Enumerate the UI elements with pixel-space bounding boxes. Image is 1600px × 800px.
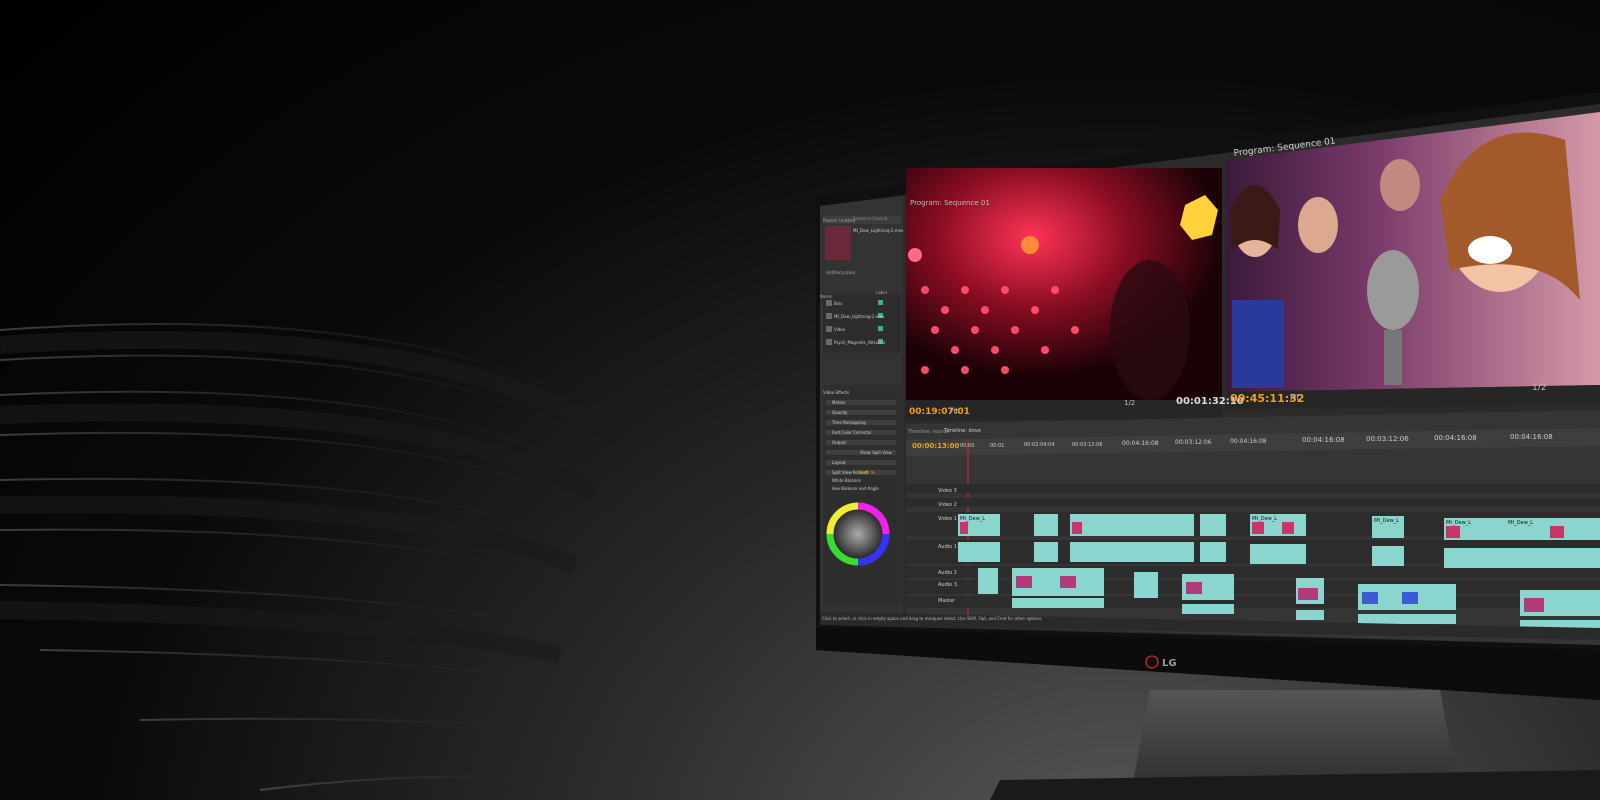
effect-row[interactable]: Show Split View: [860, 450, 892, 455]
clip-label[interactable]: Mt_Dew_L: [1446, 520, 1471, 526]
track-header[interactable]: Audio 3: [938, 582, 957, 588]
ruler-tick: 00:04:16:08: [1122, 440, 1159, 447]
column-label[interactable]: Label: [876, 290, 887, 295]
effect-row[interactable]: Motion: [832, 400, 846, 405]
timeline-timecode: 00:00:13:00: [912, 442, 959, 450]
effect-row[interactable]: White Balance: [832, 478, 861, 483]
effect-row[interactable]: Hue Balance and Angle: [832, 486, 879, 491]
effect-row[interactable]: Output: [832, 440, 846, 445]
track-header[interactable]: Video 1: [938, 516, 957, 522]
clip-label[interactable]: Mt_Dew_L: [960, 516, 985, 522]
timeline-tab[interactable]: Timeline: dove: [943, 428, 981, 434]
ruler-tick: 00:03:12:06: [1072, 442, 1103, 448]
timeline-tab[interactable]: Timeline: source: [907, 429, 949, 435]
project-item[interactable]: Bins: [834, 301, 842, 306]
ruler-tick: 00:01: [990, 443, 1004, 449]
lg-monitor: Program: Sequence 01 Program: Sequence 0…: [816, 92, 1600, 800]
track-header[interactable]: Video 3: [938, 488, 957, 494]
clip-label[interactable]: Mt_Dew_L: [1508, 520, 1533, 526]
microphone: [1367, 250, 1419, 330]
left-timecode: 00:19:07:01: [909, 407, 970, 417]
clip-name: Mt_Dew_Lightning-2.mov: [853, 228, 904, 233]
right-ratio-select[interactable]: 1/2: [1532, 383, 1546, 393]
ruler-tick: 00:00: [960, 443, 974, 449]
effect-row[interactable]: Fast Color Corrector: [832, 430, 872, 435]
project-tab[interactable]: Project: Untitled: [823, 218, 856, 223]
left-fit-select[interactable]: Fit: [950, 407, 958, 415]
track-header[interactable]: Audio 2: [938, 570, 957, 576]
effect-row[interactable]: Time Remapping: [831, 420, 866, 425]
ruler-tick: 00:04:16:08: [1230, 438, 1267, 445]
ruler-tick: 00:03:12:06: [1366, 435, 1409, 443]
track-header[interactable]: Master: [938, 598, 956, 604]
clip-label[interactable]: Mt_Dew_L: [1374, 518, 1399, 524]
project-item[interactable]: Video: [834, 327, 846, 332]
project-item[interactable]: Psych_Magnetic_Attractor: [834, 340, 886, 345]
program-tab-left[interactable]: Program: Sequence 01: [910, 199, 990, 207]
bin-name: Untitled.prproj: [826, 270, 855, 275]
track-header[interactable]: Audio 1: [938, 544, 957, 550]
track-header[interactable]: Video 2: [938, 502, 957, 508]
right-fit-select[interactable]: Fit: [1290, 393, 1299, 402]
clip-thumbnail: [825, 226, 851, 260]
effect-row[interactable]: Layout: [832, 460, 846, 465]
lg-logo: LG: [1162, 658, 1177, 669]
clip-label[interactable]: Mt_Dew_L: [1252, 516, 1277, 522]
ruler-tick: 00:04:16:08: [1434, 434, 1477, 442]
ruler-tick: 00:04:16:08: [1510, 433, 1553, 441]
ruler-tick: 00:02:04:04: [1024, 442, 1055, 448]
status-bar: Click to select, or click in empty space…: [822, 616, 1042, 621]
monitor-hero-image: Program: Sequence 01 Program: Sequence 0…: [0, 0, 1600, 800]
split-percent[interactable]: 50.00 %: [858, 470, 875, 475]
left-ratio-select[interactable]: 1/2: [1124, 399, 1135, 407]
effects-title: Video Effects: [823, 390, 849, 395]
ruler-tick: 00:03:12:06: [1175, 439, 1212, 446]
ruler-tick: 00:04:16:08: [1302, 436, 1345, 444]
project-item[interactable]: Mt_Dew_Lightning-2.mov: [834, 314, 885, 319]
effect-row[interactable]: Opacity: [832, 410, 848, 415]
resource-tab[interactable]: Resource Central: [853, 216, 887, 221]
column-name[interactable]: Name: [820, 294, 832, 299]
